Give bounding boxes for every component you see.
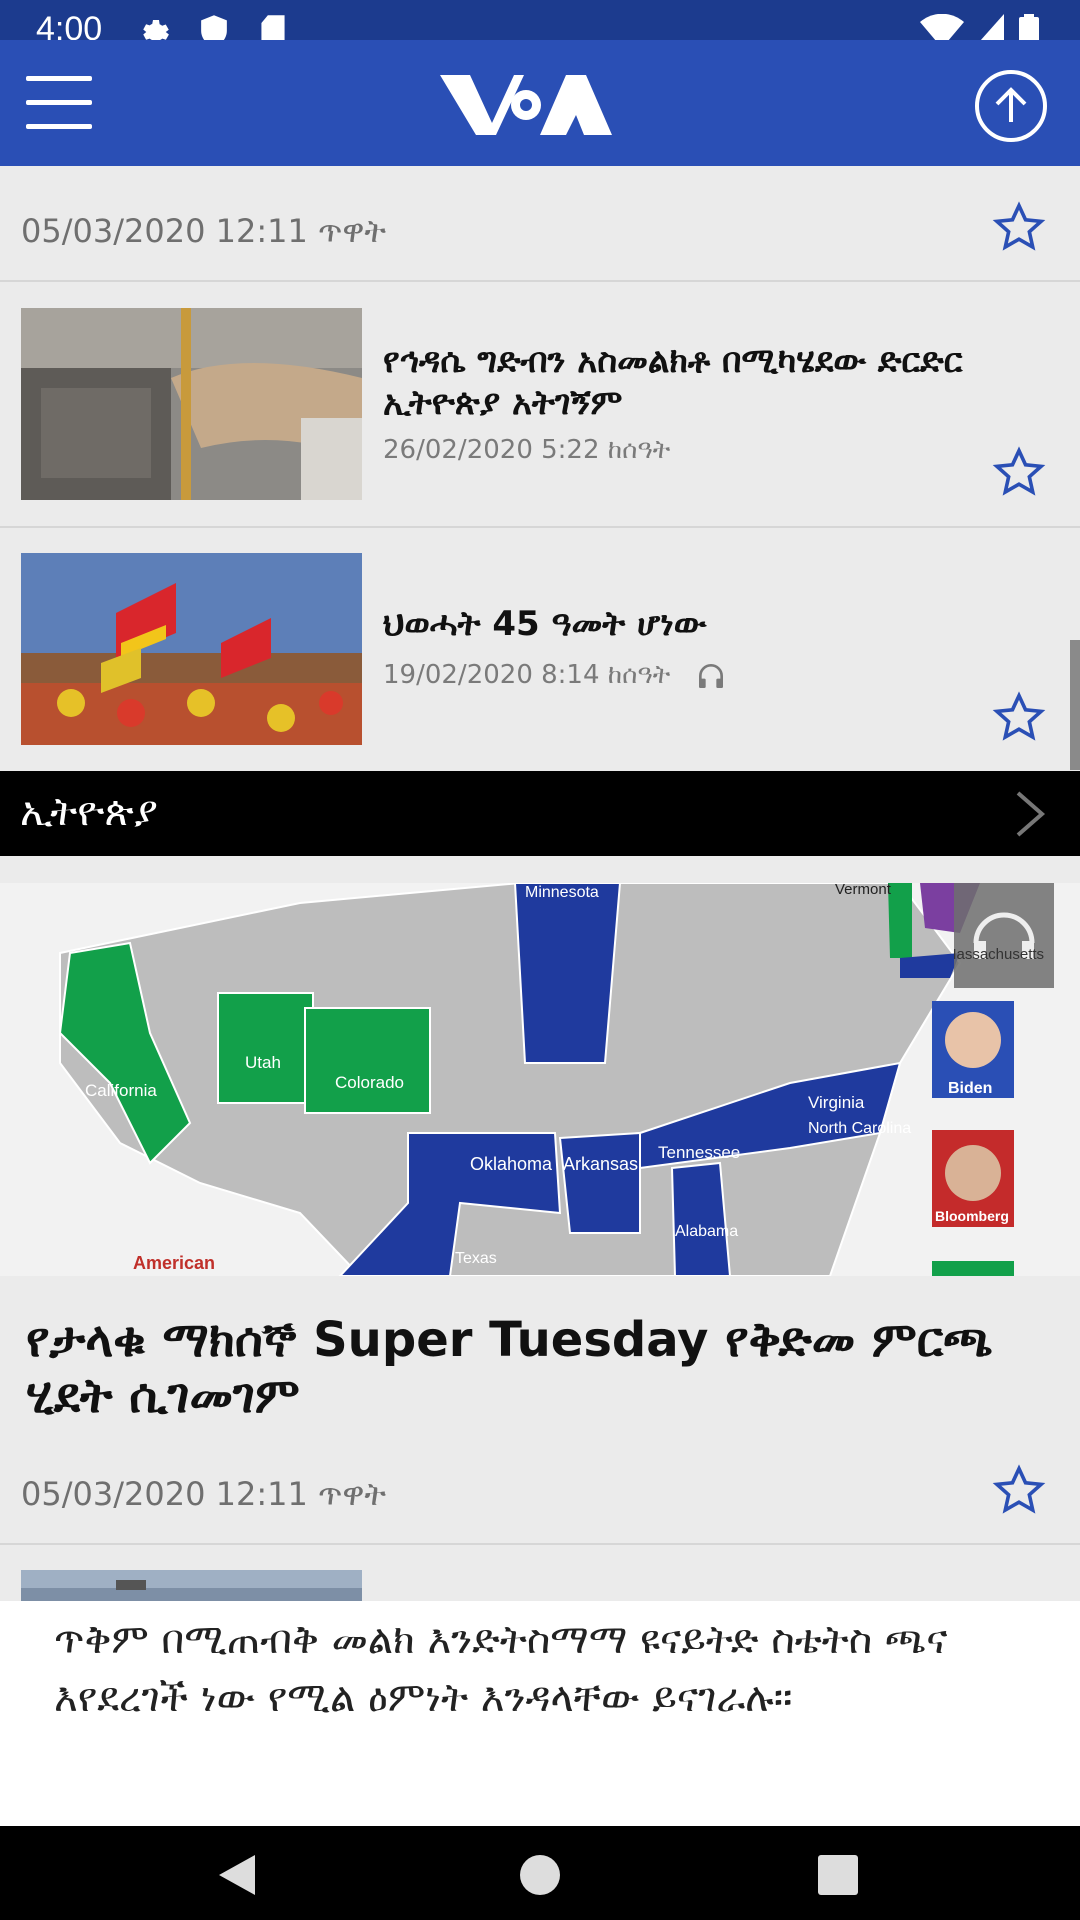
caption-text: ጥቅም በሚጠብቅ መልክ እንድትስማማ ዩናይትድ ስቴትስ ጫና እየደረ… [54, 1617, 948, 1721]
voa-logo[interactable] [440, 70, 612, 140]
home-icon[interactable] [518, 1853, 562, 1897]
divider [0, 526, 1080, 528]
map-label: Vermont [835, 883, 892, 898]
map-label: Colorado [335, 1073, 404, 1092]
star-icon[interactable] [992, 445, 1046, 499]
scroll-indicator[interactable] [1070, 640, 1080, 770]
system-nav-bar [0, 1826, 1080, 1920]
chevron-right-icon[interactable] [1010, 789, 1050, 839]
map-label: Oklahoma [470, 1154, 553, 1174]
back-icon[interactable] [215, 1853, 259, 1897]
map-label: Utah [245, 1053, 281, 1072]
map-label: Arkansas [563, 1154, 638, 1174]
section-title: ኢትዮጵያ [20, 789, 158, 835]
map-label: California [85, 1081, 157, 1100]
map-label: North Carolina [808, 1120, 911, 1137]
map-label: Tennessee [658, 1143, 740, 1162]
headphones-icon [699, 664, 723, 688]
hero-date: 05/03/2020 12:11 ጥዋት [21, 1475, 386, 1513]
divider [0, 280, 1080, 282]
article-date: 26/02/2020 5:22 ከሰዓት [383, 435, 671, 465]
star-icon[interactable] [992, 1463, 1046, 1517]
hero-title[interactable]: የታላቁ ማክሰኞ Super Tuesday የቅድመ ምርጫ ሂደት ሲገመ… [26, 1312, 1056, 1424]
map-label: Texas [455, 1250, 497, 1267]
map-label: Alabama [675, 1223, 738, 1240]
caption-overlay: ጥቅም በሚጠብቅ መልክ እንድትስማማ ዩናይትድ ስቴትስ ጫና እየደረ… [0, 1601, 1080, 1826]
star-icon[interactable] [992, 200, 1046, 254]
article-title[interactable]: የኅዳሴ ግድብን አስመልክቶ በሚካሄደው ድርድር ኢትዮጵያ አትገኝም [383, 340, 1003, 424]
map-label: Massachusetts [954, 946, 1044, 963]
map-label: Minnesota [525, 884, 599, 901]
recents-icon[interactable] [818, 1855, 858, 1895]
scroll-up-icon [995, 87, 1027, 122]
item-date: 05/03/2020 12:11 ጥዋት [21, 212, 386, 250]
map-label: Biden [948, 1080, 992, 1097]
audio-overlay[interactable]: Massachusetts [944, 883, 1054, 988]
article-thumbnail[interactable] [21, 308, 362, 500]
divider [0, 1543, 1080, 1545]
map-label: Bloomberg [935, 1208, 1009, 1224]
section-header[interactable]: ኢትዮጵያ [0, 771, 1080, 856]
map-label: American [133, 1253, 215, 1273]
article-thumbnail[interactable] [21, 1570, 362, 1601]
map-label: Virginia [808, 1093, 865, 1112]
article-title[interactable]: ህወሓት 45 ዓመት ሆነው [383, 603, 1003, 645]
menu-icon[interactable] [26, 76, 92, 132]
article-thumbnail[interactable] [21, 553, 362, 745]
article-date: 19/02/2020 8:14 ከሰዓት [383, 660, 671, 690]
app-bar [0, 40, 1080, 166]
hero-image[interactable]: Minnesota Vermont California Utah Colora… [0, 883, 1080, 1276]
star-icon[interactable] [992, 690, 1046, 744]
scroll-up-button[interactable] [975, 70, 1047, 142]
